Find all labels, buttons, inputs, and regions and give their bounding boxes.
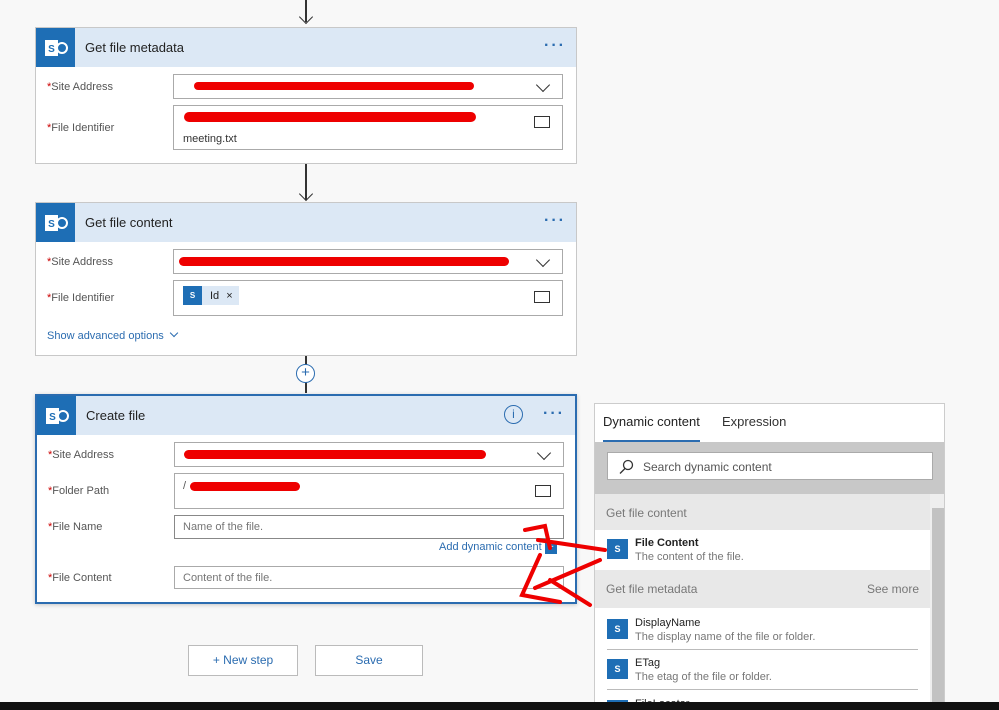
save-button[interactable]: Save — [315, 645, 423, 676]
folder-path-label: *Folder Path — [48, 485, 110, 497]
file-content-label: *File Content — [48, 572, 112, 584]
site-address-dropdown[interactable] — [173, 74, 563, 99]
item-desc: The content of the file. — [635, 551, 744, 563]
chevron-down-icon — [535, 77, 551, 93]
site-address-label: *Site Address — [48, 449, 115, 461]
see-more-link[interactable]: See more — [867, 582, 919, 596]
annotation-arrow-drawing — [519, 523, 607, 607]
file-content-input[interactable] — [174, 566, 564, 589]
arrow-head-icon — [298, 9, 314, 25]
list-item[interactable]: S ETag The etag of the file or folder. — [595, 650, 930, 690]
item-desc: The etag of the file or folder. — [635, 671, 772, 683]
sharepoint-icon: S — [183, 286, 202, 305]
section-get-file-content: Get file content — [595, 494, 930, 532]
token-label: Id — [210, 289, 220, 302]
sharepoint-icon: S — [36, 203, 75, 242]
new-step-button[interactable]: + New step — [188, 645, 298, 676]
more-options-icon[interactable]: ··· — [544, 37, 566, 55]
sharepoint-icon: S — [607, 659, 628, 679]
file-identifier-value: meeting.txt — [183, 133, 237, 145]
file-name-label: *File Name — [48, 521, 103, 533]
site-address-dropdown[interactable] — [173, 249, 563, 274]
site-address-label: *Site Address — [47, 256, 114, 268]
taskbar — [0, 702, 999, 710]
list-item[interactable]: S DisplayName The display name of the file… — [595, 610, 930, 650]
sharepoint-icon: S — [607, 619, 628, 639]
sharepoint-icon: S — [36, 28, 75, 67]
site-address-label: *Site Address — [47, 81, 114, 93]
section-get-file-metadata: Get file metadata See more — [595, 570, 930, 608]
action-card-get-file-metadata: S Get file metadata ··· *Site Address *F… — [35, 27, 577, 164]
card-header[interactable]: S Create file i ··· — [37, 396, 575, 435]
insert-step-plus-icon[interactable]: + — [296, 364, 315, 383]
chevron-down-icon — [169, 328, 179, 338]
item-name: File Content — [635, 537, 699, 549]
search-icon — [619, 459, 634, 474]
item-name: DisplayName — [635, 617, 701, 629]
tab-expression[interactable]: Expression — [722, 414, 786, 429]
more-options-icon[interactable]: ··· — [544, 212, 566, 230]
card-title: Get file content — [85, 215, 173, 230]
card-header[interactable]: S Get file metadata ··· — [36, 28, 576, 67]
token-remove-icon[interactable]: × — [226, 290, 232, 302]
action-card-create-file: S Create file i ··· *Site Address *Folde… — [35, 394, 577, 604]
show-advanced-options-link[interactable]: Show advanced options — [47, 328, 179, 342]
sharepoint-icon: S — [607, 539, 628, 559]
card-title: Get file metadata — [85, 40, 184, 55]
file-identifier-input[interactable]: S Id × — [173, 280, 563, 316]
file-identifier-input[interactable]: meeting.txt — [173, 105, 563, 150]
chevron-down-icon — [535, 252, 551, 268]
site-address-dropdown[interactable] — [174, 442, 564, 467]
file-identifier-label: *File Identifier — [47, 292, 115, 304]
folder-icon[interactable] — [535, 485, 551, 497]
action-card-get-file-content: S Get file content ··· *Site Address *Fi… — [35, 202, 577, 356]
sharepoint-icon: S — [37, 396, 76, 435]
search-dynamic-content-input[interactable]: Search dynamic content — [607, 452, 933, 480]
file-name-input[interactable] — [174, 515, 564, 539]
list-item[interactable]: S File Content The content of the file. — [595, 530, 930, 570]
folder-icon[interactable] — [534, 116, 550, 128]
file-identifier-label: *File Identifier — [47, 122, 115, 134]
more-options-icon[interactable]: ··· — [543, 405, 565, 423]
search-area: Search dynamic content — [595, 442, 944, 494]
svg-text:S: S — [48, 219, 55, 230]
card-title: Create file — [86, 408, 146, 423]
scrollbar[interactable] — [930, 494, 944, 709]
info-icon[interactable]: i — [504, 405, 523, 424]
svg-text:S: S — [49, 412, 56, 423]
folder-icon[interactable] — [534, 291, 550, 303]
item-name: ETag — [635, 657, 661, 669]
card-header[interactable]: S Get file content ··· — [36, 203, 576, 242]
id-token[interactable]: S Id × — [183, 286, 239, 305]
arrow-head-icon — [298, 186, 314, 202]
tab-dynamic-content[interactable]: Dynamic content — [603, 414, 700, 429]
search-placeholder: Search dynamic content — [643, 460, 772, 474]
item-desc: The display name of the file or folder. — [635, 631, 816, 643]
dynamic-content-panel: Dynamic content Expression Search dynami… — [594, 403, 945, 710]
chevron-down-icon — [536, 445, 552, 461]
svg-text:S: S — [48, 44, 55, 55]
folder-path-input[interactable]: / — [174, 473, 564, 509]
scrollbar-thumb[interactable] — [932, 508, 944, 709]
folder-path-value: / — [183, 480, 187, 492]
